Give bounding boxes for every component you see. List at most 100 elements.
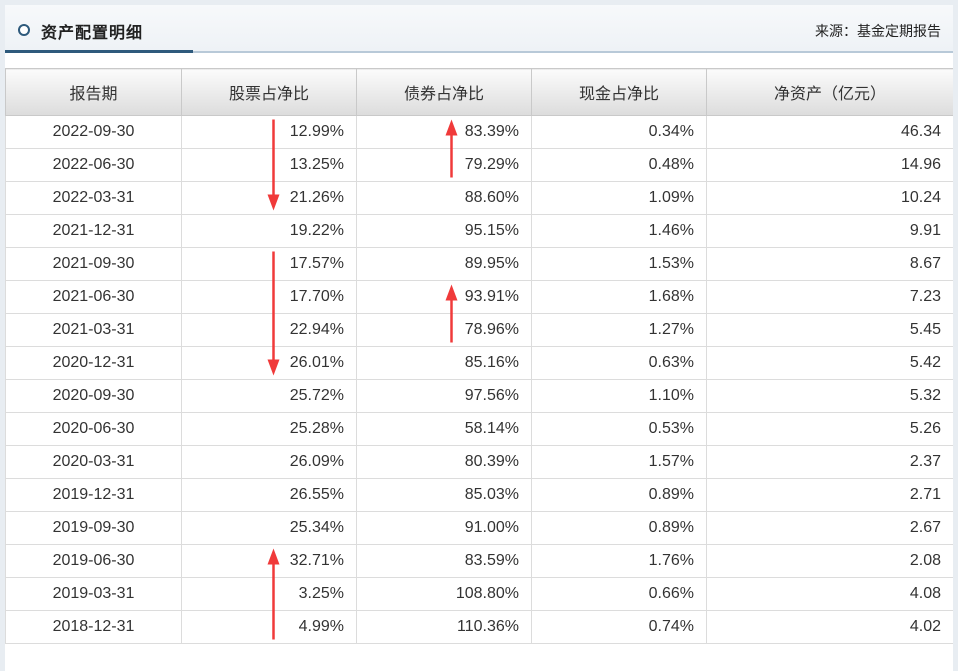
cell-net-assets: 5.26 [706, 412, 953, 446]
cell-net-assets: 2.08 [706, 544, 953, 578]
cell-bond-ratio: 85.16% [356, 346, 532, 380]
cell-report-period: 2019-12-31 [5, 478, 182, 512]
table-row: 2019-03-31 3.25% 108.80% 0.66% 4.08 [5, 577, 953, 611]
cell-stock-ratio: 26.55% [181, 478, 357, 512]
table-row: 2020-06-30 25.28% 58.14% 0.53% 5.26 [5, 412, 953, 446]
table-row: 2022-03-31 21.26% 88.60% 1.09% 10.24 [5, 181, 953, 215]
table-row: 2019-06-30 32.71% 83.59% 1.76% 2.08 [5, 544, 953, 578]
table-row: 2022-06-30 13.25% 79.29% 0.48% 14.96 [5, 148, 953, 182]
cell-report-period: 2020-12-31 [5, 346, 182, 380]
cell-report-period: 2022-06-30 [5, 148, 182, 182]
cell-report-period: 2020-03-31 [5, 445, 182, 479]
cell-report-period: 2019-09-30 [5, 511, 182, 545]
cell-net-assets: 14.96 [706, 148, 953, 182]
cell-bond-ratio: 108.80% [356, 577, 532, 611]
table-row: 2019-12-31 26.55% 85.03% 0.89% 2.71 [5, 478, 953, 512]
cell-cash-ratio: 1.76% [531, 544, 707, 578]
column-header-net-assets[interactable]: 净资产（亿元） [706, 68, 953, 116]
cell-report-period: 2021-09-30 [5, 247, 182, 281]
table-row: 2019-09-30 25.34% 91.00% 0.89% 2.67 [5, 511, 953, 545]
cell-bond-ratio: 83.59% [356, 544, 532, 578]
table-row: 2021-12-31 19.22% 95.15% 1.46% 9.91 [5, 214, 953, 248]
cell-net-assets: 5.42 [706, 346, 953, 380]
cell-net-assets: 8.67 [706, 247, 953, 281]
column-header-cash-ratio[interactable]: 现金占净比 [531, 68, 707, 116]
cell-net-assets: 46.34 [706, 115, 953, 149]
cell-stock-ratio: 19.22% [181, 214, 357, 248]
cell-cash-ratio: 0.63% [531, 346, 707, 380]
cell-stock-ratio: 13.25% [181, 148, 357, 182]
cell-report-period: 2022-09-30 [5, 115, 182, 149]
cell-cash-ratio: 0.89% [531, 511, 707, 545]
cell-stock-ratio: 17.70% [181, 280, 357, 314]
cell-stock-ratio: 26.01% [181, 346, 357, 380]
table-row: 2021-06-30 17.70% 93.91% 1.68% 7.23 [5, 280, 953, 314]
cell-stock-ratio: 22.94% [181, 313, 357, 347]
cell-cash-ratio: 1.57% [531, 445, 707, 479]
cell-stock-ratio: 17.57% [181, 247, 357, 281]
cell-net-assets: 5.45 [706, 313, 953, 347]
table-row: 2021-09-30 17.57% 89.95% 1.53% 8.67 [5, 247, 953, 281]
source-label: 来源：基金定期报告 [815, 23, 941, 39]
cell-net-assets: 2.37 [706, 445, 953, 479]
cell-net-assets: 10.24 [706, 181, 953, 215]
cell-report-period: 2020-06-30 [5, 412, 182, 446]
cell-cash-ratio: 0.48% [531, 148, 707, 182]
cell-net-assets: 4.08 [706, 577, 953, 611]
cell-bond-ratio: 79.29% [356, 148, 532, 182]
table-row: 2020-12-31 26.01% 85.16% 0.63% 5.42 [5, 346, 953, 380]
cell-cash-ratio: 0.34% [531, 115, 707, 149]
cell-cash-ratio: 1.68% [531, 280, 707, 314]
cell-report-period: 2021-12-31 [5, 214, 182, 248]
cell-stock-ratio: 26.09% [181, 445, 357, 479]
cell-cash-ratio: 1.27% [531, 313, 707, 347]
cell-stock-ratio: 21.26% [181, 181, 357, 215]
panel-header: 资产配置明细 来源：基金定期报告 [5, 5, 953, 53]
asset-allocation-panel: 资产配置明细 来源：基金定期报告 报告期 股票占净比 债券占净比 现金占净比 净… [5, 5, 953, 671]
cell-report-period: 2021-06-30 [5, 280, 182, 314]
cell-report-period: 2019-03-31 [5, 577, 182, 611]
cell-stock-ratio: 25.34% [181, 511, 357, 545]
title-accent-bar [5, 50, 193, 53]
cell-bond-ratio: 97.56% [356, 379, 532, 413]
cell-bond-ratio: 93.91% [356, 280, 532, 314]
cell-stock-ratio: 32.71% [181, 544, 357, 578]
cell-bond-ratio: 110.36% [356, 610, 532, 644]
table-row: 2020-03-31 26.09% 80.39% 1.57% 2.37 [5, 445, 953, 479]
cell-report-period: 2019-06-30 [5, 544, 182, 578]
panel-title: 资产配置明细 [41, 25, 144, 42]
cell-stock-ratio: 3.25% [181, 577, 357, 611]
cell-bond-ratio: 88.60% [356, 181, 532, 215]
table-row: 2018-12-31 4.99% 110.36% 0.74% 4.02 [5, 610, 953, 644]
cell-report-period: 2021-03-31 [5, 313, 182, 347]
cell-stock-ratio: 12.99% [181, 115, 357, 149]
column-header-bond-ratio[interactable]: 债券占净比 [356, 68, 532, 116]
table-row: 2020-09-30 25.72% 97.56% 1.10% 5.32 [5, 379, 953, 413]
asset-allocation-table: 报告期 股票占净比 债券占净比 现金占净比 净资产（亿元） 2022-09-30… [5, 68, 953, 644]
cell-cash-ratio: 0.66% [531, 577, 707, 611]
table-row: 2021-03-31 22.94% 78.96% 1.27% 5.45 [5, 313, 953, 347]
cell-cash-ratio: 1.53% [531, 247, 707, 281]
cell-cash-ratio: 1.10% [531, 379, 707, 413]
column-header-stock-ratio[interactable]: 股票占净比 [181, 68, 357, 116]
cell-bond-ratio: 91.00% [356, 511, 532, 545]
cell-bond-ratio: 58.14% [356, 412, 532, 446]
circle-bullet-icon [18, 24, 30, 36]
cell-bond-ratio: 80.39% [356, 445, 532, 479]
cell-bond-ratio: 85.03% [356, 478, 532, 512]
cell-net-assets: 9.91 [706, 214, 953, 248]
cell-net-assets: 4.02 [706, 610, 953, 644]
cell-cash-ratio: 0.53% [531, 412, 707, 446]
table-body: 2022-09-30 12.99% 83.39% 0.34% 46.34 2022-06-… [5, 115, 953, 644]
cell-bond-ratio: 83.39% [356, 115, 532, 149]
cell-net-assets: 2.67 [706, 511, 953, 545]
cell-stock-ratio: 25.72% [181, 379, 357, 413]
cell-report-period: 2022-03-31 [5, 181, 182, 215]
cell-stock-ratio: 4.99% [181, 610, 357, 644]
cell-net-assets: 5.32 [706, 379, 953, 413]
cell-bond-ratio: 89.95% [356, 247, 532, 281]
column-header-report-period[interactable]: 报告期 [5, 68, 182, 116]
cell-report-period: 2020-09-30 [5, 379, 182, 413]
cell-bond-ratio: 95.15% [356, 214, 532, 248]
cell-cash-ratio: 0.89% [531, 478, 707, 512]
